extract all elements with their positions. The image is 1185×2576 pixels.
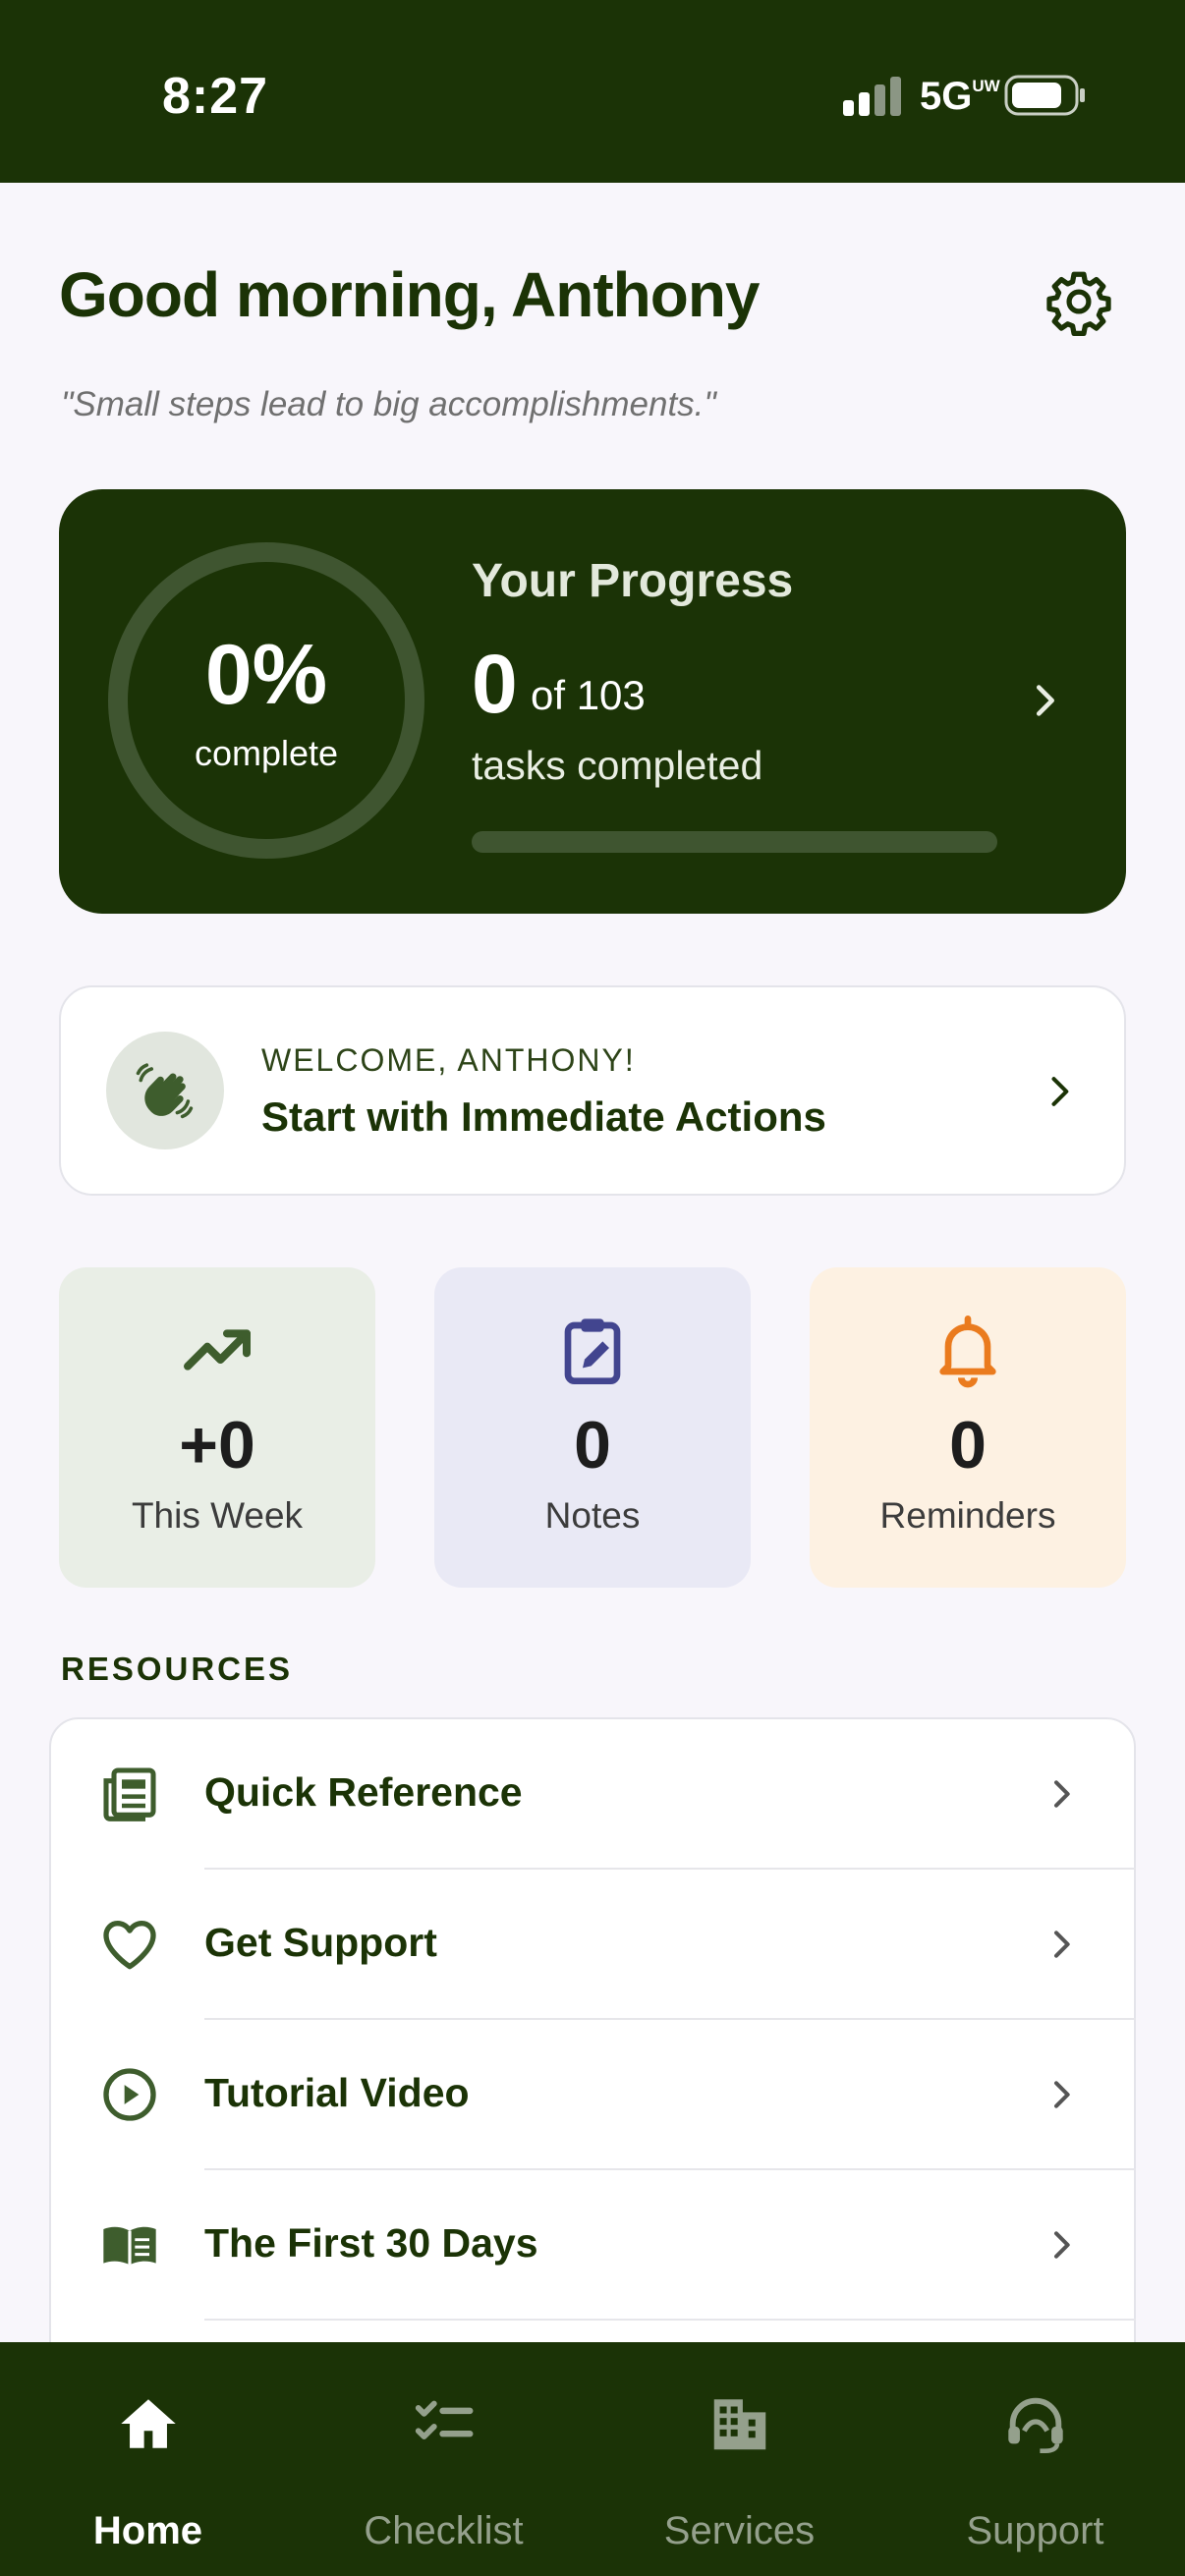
divider	[204, 2319, 1136, 2321]
waving-hand-icon	[136, 1063, 194, 1119]
newspaper-icon	[103, 1767, 156, 1821]
resource-label: Quick Reference	[204, 1769, 523, 1815]
welcome-card[interactable]: WELCOME, ANTHONY! Start with Immediate A…	[59, 985, 1126, 1196]
tab-services[interactable]: Services	[592, 2342, 887, 2576]
chevron-right-icon	[1054, 2231, 1070, 2259]
stat-value: +0	[179, 1408, 255, 1483]
resource-item-quick-reference[interactable]: Quick Reference	[51, 1719, 1136, 1870]
building-icon	[713, 2399, 766, 2450]
tasks-completed-label: tasks completed	[472, 743, 763, 788]
welcome-title: Start with Immediate Actions	[261, 1093, 826, 1140]
battery-icon	[1004, 75, 1085, 116]
tab-label: Checklist	[364, 2509, 524, 2552]
greeting-title: Good morning, Anthony	[59, 259, 760, 330]
chevron-right-icon	[1054, 2081, 1070, 2108]
progress-complete-label: complete	[194, 733, 339, 773]
wave-icon-badge	[106, 1032, 224, 1149]
open-book-icon	[103, 2226, 156, 2266]
resource-item-tutorial-video[interactable]: Tutorial Video	[51, 2020, 1136, 2170]
resource-item-get-support[interactable]: Get Support	[51, 1870, 1136, 2020]
tab-label: Services	[663, 2509, 816, 2552]
tasks-completed-count: 0	[472, 638, 518, 730]
clipboard-edit-icon	[564, 1318, 621, 1384]
stat-value: 0	[949, 1408, 987, 1483]
status-bar: 8:27 5GUW	[0, 0, 1185, 183]
chevron-right-icon	[1051, 1077, 1069, 1106]
tab-support[interactable]: Support	[887, 2342, 1183, 2576]
stat-card-reminders[interactable]: 0 Reminders	[810, 1267, 1126, 1588]
chevron-right-icon	[1054, 1780, 1070, 1808]
progress-card[interactable]: 0% complete Your Progress 0 of 103 tasks…	[59, 489, 1126, 914]
welcome-kicker: WELCOME, ANTHONY!	[261, 1042, 636, 1078]
resource-label: The First 30 Days	[204, 2220, 538, 2266]
progress-title: Your Progress	[472, 555, 794, 607]
heart-icon	[103, 1921, 156, 1970]
chevron-right-icon	[1054, 1931, 1070, 1958]
checklist-icon	[415, 2400, 474, 2440]
progress-bar	[472, 831, 997, 853]
status-time: 8:27	[162, 68, 269, 125]
tab-home[interactable]: Home	[0, 2342, 296, 2576]
resource-label: Tutorial Video	[204, 2070, 470, 2115]
signal-icon	[843, 77, 901, 116]
chevron-right-icon	[1036, 685, 1054, 716]
bell-icon	[939, 1316, 996, 1388]
trending-up-icon	[184, 1329, 251, 1371]
network-indicator: 5GUW	[920, 75, 1000, 119]
stat-card-this-week[interactable]: +0 This Week	[59, 1267, 375, 1588]
stat-label: Notes	[544, 1495, 641, 1536]
motivational-quote: "Small steps lead to big accomplishments…	[61, 385, 716, 423]
network-suffix: UW	[972, 77, 1000, 95]
gear-icon[interactable]	[1044, 267, 1113, 336]
stat-label: This Week	[131, 1495, 304, 1536]
tab-label: Home	[92, 2509, 203, 2552]
stat-label: Reminders	[879, 1495, 1056, 1536]
resource-label: Get Support	[204, 1920, 437, 1965]
home-icon	[121, 2399, 176, 2448]
play-circle-icon	[103, 2068, 156, 2121]
stat-card-notes[interactable]: 0 Notes	[434, 1267, 751, 1588]
stat-value: 0	[574, 1408, 611, 1483]
network-label: 5G	[920, 75, 973, 118]
resources-heading: RESOURCES	[61, 1651, 294, 1687]
bottom-tab-bar: Home Checklist Services Support	[0, 2342, 1185, 2576]
headset-icon	[1008, 2397, 1063, 2454]
resource-item-first-30-days[interactable]: The First 30 Days	[51, 2170, 1136, 2321]
tab-checklist[interactable]: Checklist	[296, 2342, 592, 2576]
progress-percent: 0%	[204, 628, 328, 722]
tab-label: Support	[966, 2509, 1104, 2552]
tasks-total-label: of 103	[531, 672, 646, 718]
